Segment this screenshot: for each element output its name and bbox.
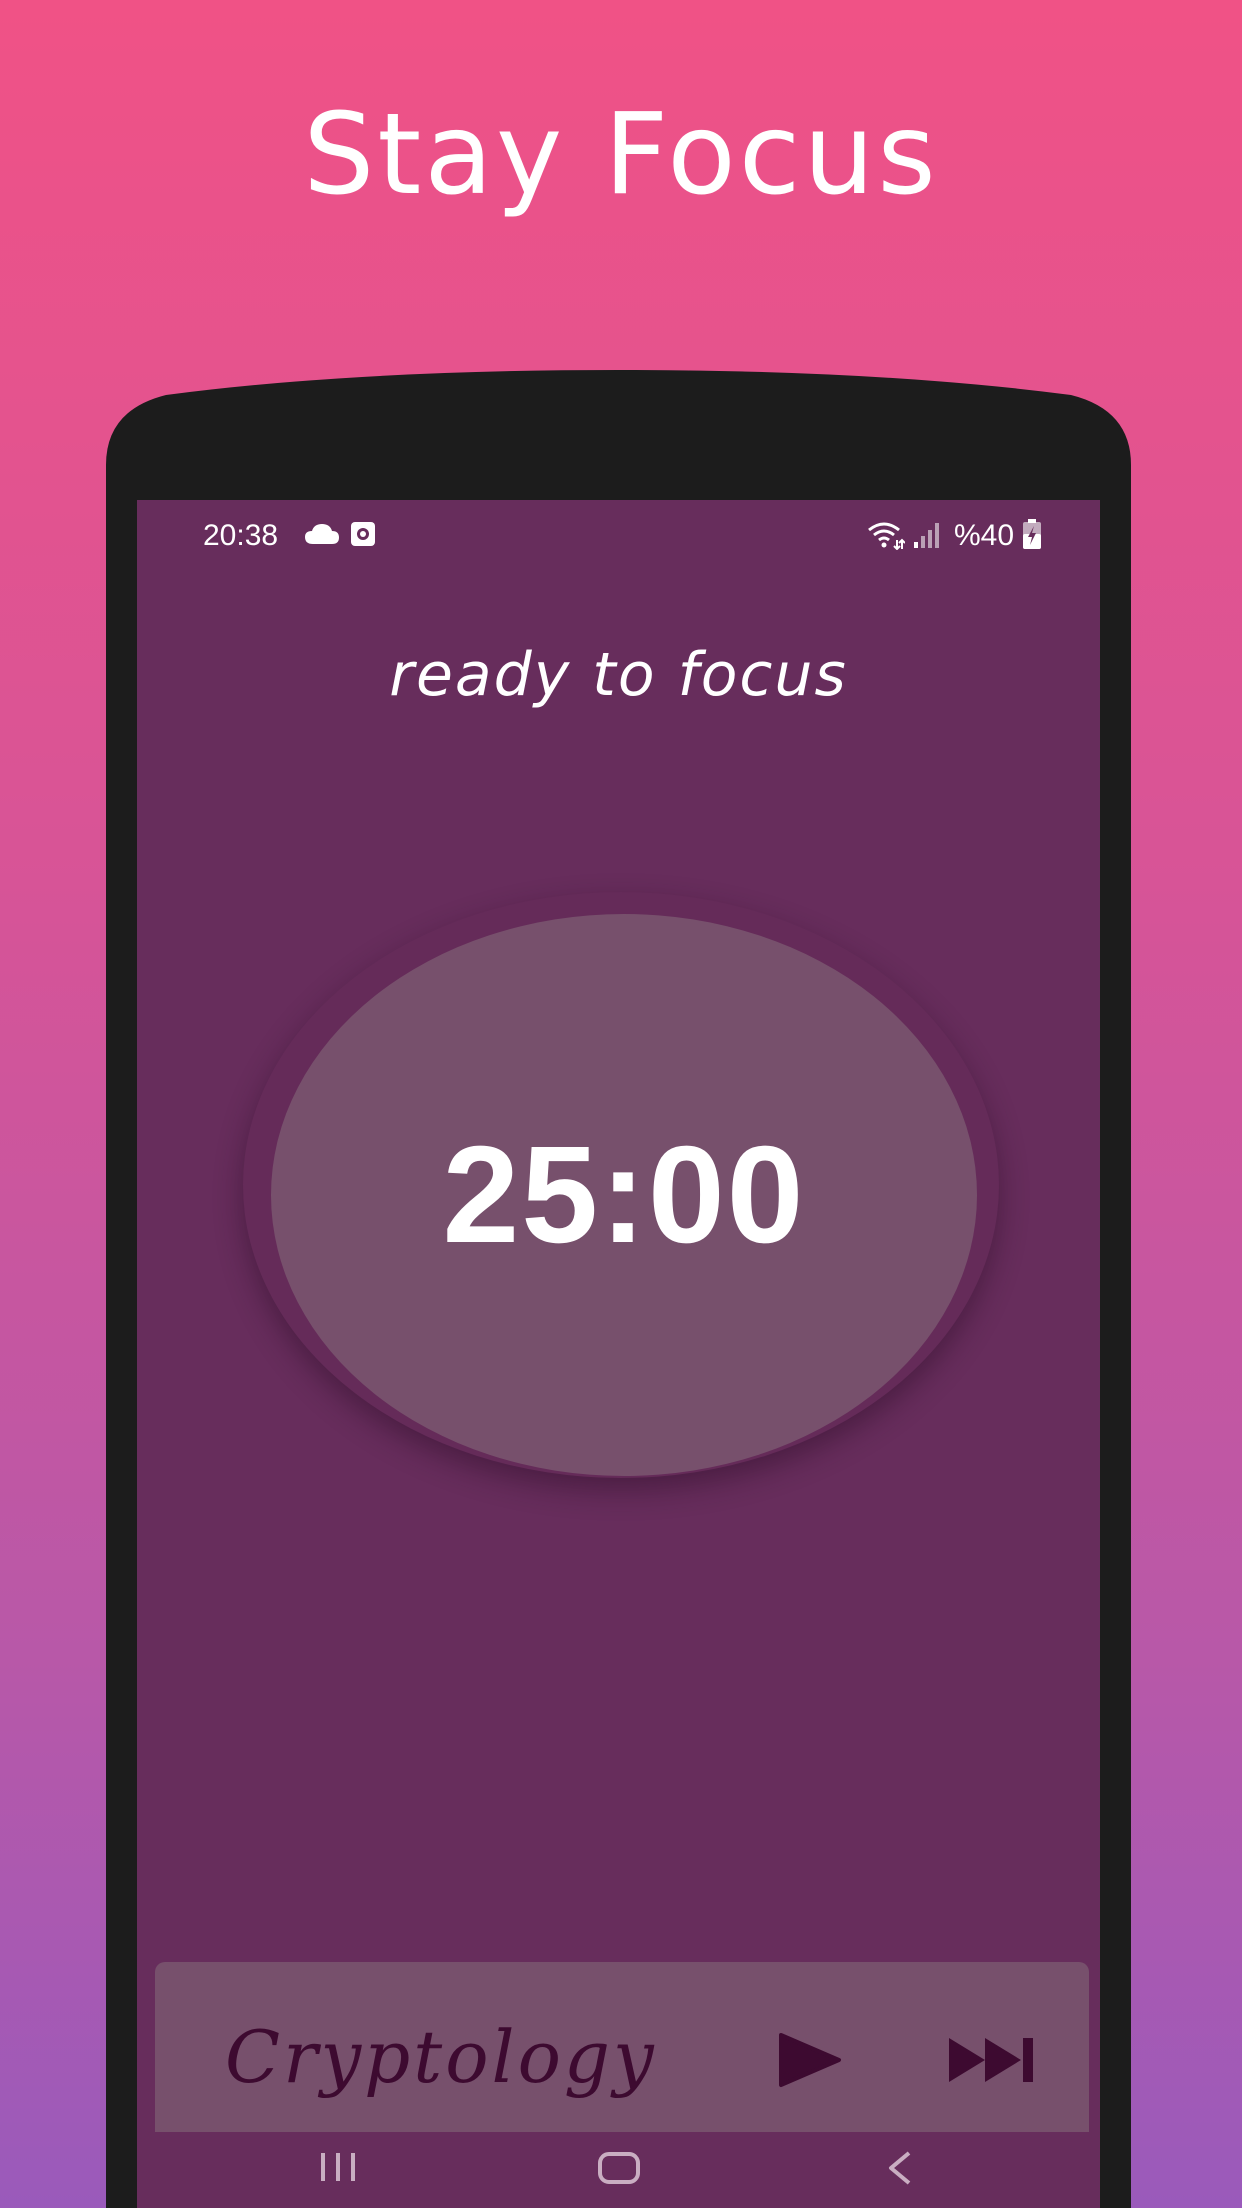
wifi-icon (868, 522, 905, 550)
music-player-bar: Cryptology (155, 1962, 1089, 2142)
navigation-bar (137, 2132, 1100, 2208)
home-icon[interactable] (597, 2150, 641, 2186)
timer-circle[interactable]: 25:00 (271, 914, 977, 1476)
status-bar: 20:38 %40 (137, 500, 1100, 570)
skip-next-icon[interactable] (945, 2034, 1041, 2086)
screen-record-icon (351, 522, 375, 546)
battery-percentage: %40 (954, 519, 1015, 552)
recent-apps-icon[interactable] (317, 2150, 359, 2184)
status-time: 20:38 (203, 519, 279, 552)
headline: Stay Focus (303, 90, 939, 220)
track-name: Cryptology (225, 2015, 657, 2099)
timer-display: 25:00 (442, 1118, 806, 1272)
back-icon[interactable] (885, 2150, 915, 2186)
focus-status-text: ready to focus (389, 640, 848, 710)
cloud-icon (305, 524, 339, 544)
signal-icon (914, 523, 939, 548)
phone-mockup: 20:38 %40 ready to focus 25:00 Cryptolog… (106, 370, 1131, 2208)
play-icon[interactable] (775, 2032, 845, 2088)
battery-charging-icon (1023, 519, 1041, 549)
phone-screen: 20:38 %40 ready to focus 25:00 Cryptolog… (137, 500, 1100, 2208)
